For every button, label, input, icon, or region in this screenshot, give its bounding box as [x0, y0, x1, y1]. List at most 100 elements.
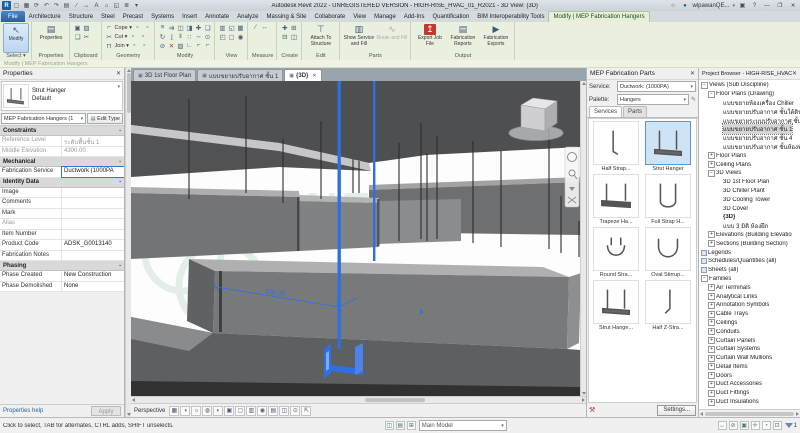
editing-requests-icon[interactable]: ▤ — [396, 421, 405, 430]
sun-path-icon[interactable]: ☼ — [191, 406, 201, 416]
tree-item[interactable]: 3D Cooling Tower — [699, 195, 800, 204]
visual-style-icon[interactable]: ▦ — [169, 406, 179, 416]
tree-item[interactable]: −Views (Sub Discipline) — [699, 81, 800, 90]
create-group-icon[interactable]: ⊞ — [289, 23, 298, 32]
view-tab-close-icon[interactable]: ✕ — [312, 73, 316, 79]
show-service-and-fill-button[interactable]: ▥Show Service and Fill — [343, 23, 375, 47]
tree-expander-icon[interactable]: + — [708, 355, 715, 362]
dimension-icon[interactable]: ↔ — [260, 23, 269, 32]
edit-palette-icon[interactable]: ✎ — [691, 96, 696, 103]
create-assembly-icon[interactable]: ⊟ — [280, 32, 289, 41]
design-options-icon[interactable]: ⊞ — [407, 421, 416, 430]
temporary-properties-icon[interactable]: ▤ — [268, 406, 278, 416]
revit-menu-icon[interactable]: R — [2, 1, 11, 10]
view-tab[interactable]: ▣แบบขยายปรับอากาศ ชั้น 1 — [197, 69, 283, 81]
tree-item[interactable]: 3D 1st Floor Plan — [699, 178, 800, 187]
property-value[interactable]: Ductwork (1000PA — [62, 167, 124, 177]
tree-item[interactable]: Schedules/Quantities (all) — [699, 257, 800, 266]
tree-expander-icon[interactable]: − — [708, 170, 715, 177]
tree-item[interactable]: +Duct Insulations — [699, 398, 800, 407]
scale-icon[interactable]: ↔ — [194, 32, 203, 41]
tree-item[interactable]: แบบขยายปรับอากาศ ชั้นห้องพัก — [699, 143, 800, 152]
activate-dimensions-icon[interactable]: ↔ — [718, 421, 727, 430]
temporary-hide-icon[interactable]: ▥ — [246, 406, 256, 416]
property-value[interactable] — [62, 188, 124, 198]
tree-expander-icon[interactable]: + — [708, 240, 715, 247]
reveal-hidden-icon[interactable]: ◉ — [236, 32, 245, 41]
tree-expander-icon[interactable]: + — [708, 399, 715, 406]
exclude-options-icon[interactable]: ⊘ — [729, 421, 738, 430]
ribbon-tab-manage[interactable]: Manage — [370, 11, 400, 22]
select-links-icon[interactable]: ⊡ — [773, 421, 782, 430]
modify-button[interactable]: ↖Modify — [3, 23, 29, 53]
tree-expander-icon[interactable]: + — [708, 302, 715, 309]
background-processes-icon[interactable]: ◔ — [762, 421, 771, 430]
element-filter-dropdown[interactable]: MEP Fabrication Hangers (1▾ — [1, 113, 86, 124]
section-box-icon[interactable]: ◰ — [218, 32, 227, 41]
part-item[interactable]: Strut Hanger — [643, 121, 693, 172]
join-tool[interactable]: ⊓Join ▾▫▫ — [105, 41, 152, 50]
customize-qat-icon[interactable]: ▾ — [132, 1, 141, 10]
ribbon-tab-modify-mep-fabrication-hangers[interactable]: Modify | MEP Fabrication Hangers — [548, 11, 649, 22]
ribbon-tab-steel[interactable]: Steel — [97, 11, 119, 22]
redo-icon[interactable]: ↷ — [52, 1, 61, 10]
tree-expander-icon[interactable]: + — [708, 372, 715, 379]
edit-family-icon[interactable]: ▣ — [740, 421, 749, 430]
tree-item[interactable]: +Annotation Symbols — [699, 301, 800, 310]
trim-multi-icon[interactable]: ⌐ — [203, 41, 212, 50]
3d-canvas[interactable]: SYNERGYS — [131, 81, 580, 396]
section-header-mechanical[interactable]: Mechanical▪ — [0, 157, 124, 167]
tree-item[interactable]: +Doors — [699, 371, 800, 380]
selection-filter[interactable]: 1 — [785, 423, 797, 429]
user-name[interactable]: wipawanQE... — [692, 3, 729, 9]
canvas-horizontal-scrollbar[interactable] — [131, 396, 586, 403]
shadows-icon[interactable]: ◑ — [180, 406, 190, 416]
browser-close-icon[interactable]: ✕ — [792, 70, 797, 77]
property-value[interactable]: 4300.00 — [62, 147, 124, 157]
section-header-constraints[interactable]: Constraints▪ — [0, 126, 124, 136]
restore-button[interactable]: ❐ — [775, 1, 785, 10]
section-collapse-icon[interactable]: ▪ — [119, 179, 121, 185]
palette-dropdown[interactable]: Hangers▾ — [617, 94, 689, 105]
cut-tool[interactable]: ✂Cut ▾▫▫ — [105, 32, 152, 41]
cope-tool[interactable]: ⌐Cope ▾▫▫ — [105, 23, 152, 32]
tree-expander-icon[interactable]: + — [708, 319, 715, 326]
ribbon-tab-insert[interactable]: Insert — [178, 11, 201, 22]
array-icon[interactable]: ∷ — [185, 32, 194, 41]
tree-expander-icon[interactable]: + — [708, 381, 715, 388]
match-type-icon[interactable]: ▨ — [82, 23, 91, 32]
tree-expander-icon[interactable]: − — [708, 91, 715, 98]
match-icon[interactable]: ▨ — [176, 41, 185, 50]
section-collapse-icon[interactable]: ▪ — [119, 159, 121, 165]
trim-single-icon[interactable]: ⌐ — [194, 41, 203, 50]
tree-expander-icon[interactable]: + — [708, 311, 715, 318]
tree-expander-icon[interactable]: + — [708, 293, 715, 300]
tree-item[interactable]: 3D Cover — [699, 204, 800, 213]
copy-clip-icon[interactable]: ❏ — [73, 32, 82, 41]
tree-item[interactable]: +Curtain Panels — [699, 336, 800, 345]
part-item[interactable]: Full Strap H... — [643, 174, 693, 225]
tree-item[interactable]: +Curtain Wall Mullions — [699, 354, 800, 363]
fabrication-exports-button[interactable]: ▶Fabrication Exports — [480, 23, 512, 47]
properties-close-icon[interactable]: ✕ — [116, 70, 121, 77]
align-icon[interactable]: ≡ — [158, 23, 167, 32]
copy-icon[interactable]: ❏ — [203, 23, 212, 32]
ribbon-tab-architecture[interactable]: Architecture — [25, 11, 65, 22]
tree-expander-icon[interactable]: + — [708, 152, 715, 159]
part-item[interactable]: Strut Hange... — [591, 280, 641, 331]
parts-close-icon[interactable]: ✕ — [690, 70, 695, 77]
ribbon-tab-file[interactable]: File — [1, 11, 25, 22]
tree-item[interactable]: +Air Terminals — [699, 283, 800, 292]
close-button[interactable]: ✕ — [788, 1, 798, 10]
view-tab[interactable]: ▣{3D}✕ — [284, 69, 321, 81]
worksharing-display-icon[interactable]: ◫ — [279, 406, 289, 416]
section-header-identity-data[interactable]: Identity Data▪ — [0, 178, 124, 188]
split-icon[interactable]: ‖ — [176, 32, 185, 41]
paste-icon[interactable]: ▣ — [73, 23, 82, 32]
move-icon[interactable]: ✚ — [194, 23, 203, 32]
text-icon[interactable]: A — [92, 1, 101, 10]
part-item[interactable]: Half Strap... — [591, 121, 641, 172]
hide-icon[interactable]: ▥ — [218, 23, 227, 32]
extend-corner-icon[interactable]: ∟ — [185, 41, 194, 50]
fabrication-reports-button[interactable]: ▤Fabrication Reports — [447, 23, 479, 47]
